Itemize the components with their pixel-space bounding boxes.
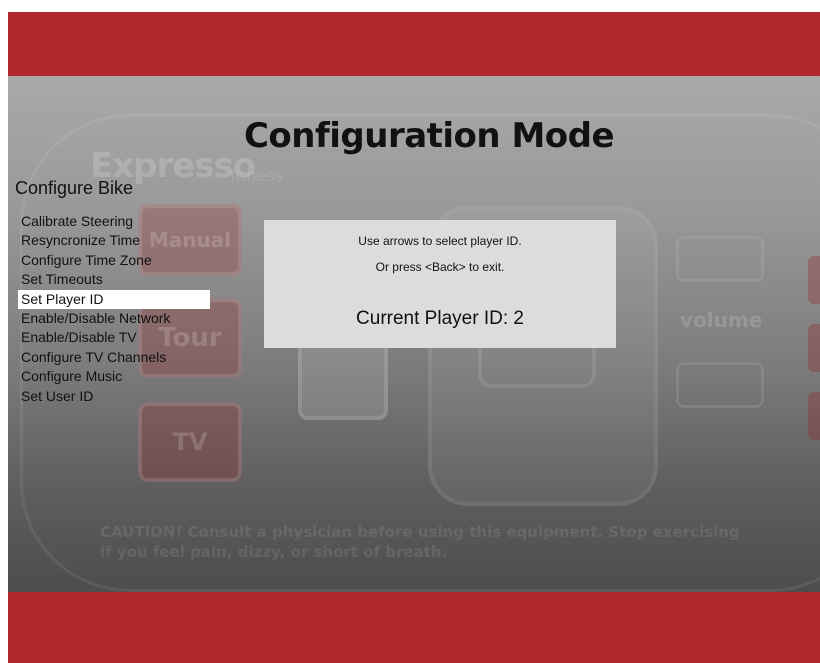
bottom-banner (8, 592, 820, 663)
top-banner (8, 12, 820, 76)
bg-volume-label: volume (680, 308, 763, 332)
bg-volume-up (676, 236, 764, 282)
menu-heading: Configure Bike (15, 178, 134, 198)
menu-item-configure-music[interactable]: Configure Music (18, 367, 210, 386)
bg-square-button (298, 336, 388, 420)
brand-logo-sub: fitness (230, 166, 284, 185)
menu-item-enable-disable-tv[interactable]: Enable/Disable TV (18, 328, 210, 347)
player-id-dialog: Use arrows to select player ID. Or press… (264, 220, 616, 348)
dialog-instruction: Use arrows to select player ID. (358, 234, 522, 248)
bg-volume-down (676, 362, 764, 408)
config-screen: Expresso fitness Manual Tour TV volume C… (8, 76, 820, 592)
menu-item-configure-time-zone[interactable]: Configure Time Zone (18, 251, 210, 270)
menu-item-set-timeouts[interactable]: Set Timeouts (18, 270, 210, 289)
current-player-id: Current Player ID: 2 (356, 308, 524, 329)
bg-edge-button (808, 324, 820, 372)
bg-tv-button: TV (138, 402, 242, 482)
bg-edge-button (808, 256, 820, 304)
bg-caution-text: CAUTION! Consult a physician before usin… (100, 523, 740, 561)
menu-item-configure-tv-channels[interactable]: Configure TV Channels (18, 348, 210, 367)
kiosk-screen: Expresso fitness Manual Tour TV volume C… (8, 12, 820, 663)
menu-item-enable-disable-network[interactable]: Enable/Disable Network (18, 309, 210, 328)
menu-item-calibrate-steering[interactable]: Calibrate Steering (18, 212, 210, 231)
bg-edge-button (808, 392, 820, 440)
bg-tv-label: TV (172, 428, 208, 456)
menu-item-resyncronize-time[interactable]: Resyncronize Time (18, 231, 210, 250)
menu-item-set-user-id[interactable]: Set User ID (18, 387, 210, 406)
menu-item-set-player-id[interactable]: Set Player ID (18, 289, 210, 309)
config-menu: Calibrate Steering Resyncronize Time Confi… (18, 212, 210, 406)
page-title: Configuration Mode (243, 116, 615, 156)
dialog-exit-hint: Or press <Back> to exit. (375, 260, 505, 274)
